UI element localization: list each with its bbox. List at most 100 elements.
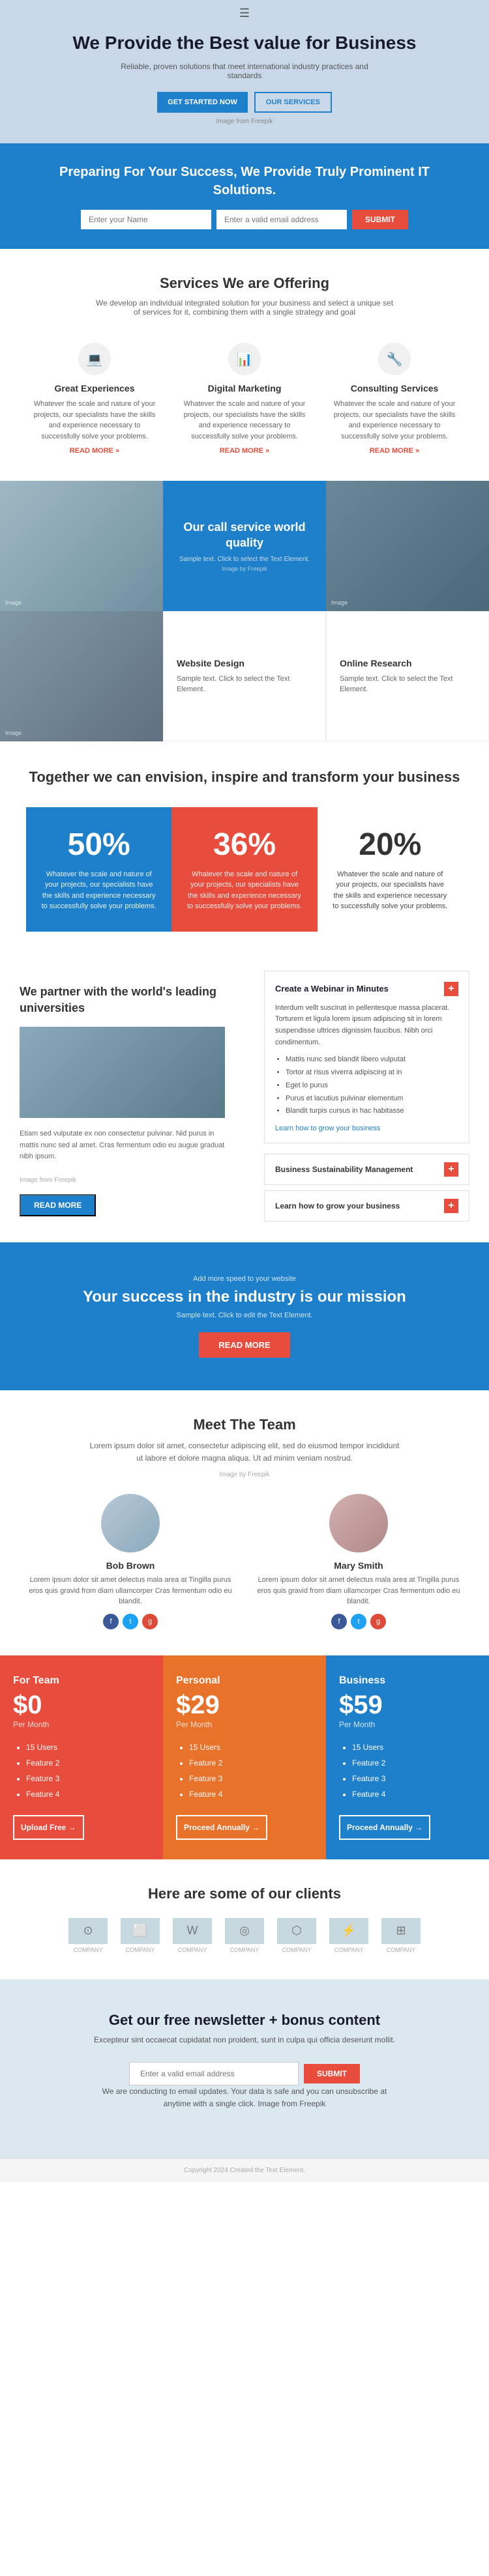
- hero-section: ☰ We Provide the Best value for Business…: [0, 0, 489, 143]
- logo-label-4: COMPANY: [282, 1947, 312, 1953]
- mosaic-center-title: Our call service world quality: [176, 520, 313, 551]
- team-avatar-1: [329, 1494, 388, 1553]
- services-title: Services We are Offering: [26, 275, 463, 292]
- mission-read-more-button[interactable]: READ MORE: [199, 1332, 289, 1358]
- team-name-1: Mary Smith: [254, 1560, 463, 1571]
- hero-title: We Provide the Best value for Business: [73, 31, 417, 55]
- logo-label-0: COMPANY: [74, 1947, 103, 1953]
- price-features-1: 15 Users Feature 2 Feature 3 Feature 4: [176, 1739, 313, 1802]
- stat-desc-1: Whatever the scale and nature of your pr…: [185, 869, 304, 912]
- mosaic-img-2: Image: [326, 481, 489, 611]
- mosaic-img2-label: Image: [331, 599, 348, 606]
- service-icon-1: 📊: [228, 343, 261, 375]
- team-social-1: f t g: [254, 1614, 463, 1629]
- team-avatar-0: [101, 1494, 160, 1553]
- price-btn-2[interactable]: Proceed Annually →: [339, 1815, 430, 1840]
- mosaic-img-1: Image: [0, 481, 163, 611]
- googleplus-icon-1[interactable]: g: [370, 1614, 386, 1629]
- banner-form: SUBMIT: [26, 210, 463, 229]
- partners-left: We partner with the world's leading univ…: [0, 958, 244, 1242]
- list-item: Feature 2: [26, 1755, 150, 1771]
- logo-shape-5: ⚡: [329, 1918, 368, 1944]
- mosaic-center-img-label: Image by Freepik: [222, 565, 267, 572]
- logo-shape-2: W: [173, 1918, 212, 1944]
- list-item: Purus et lacutius pulvinar elementum: [286, 1093, 458, 1106]
- mosaic-img-3: Image: [0, 611, 163, 741]
- footer-bar: Copyright 2024 Created the Text Element.: [0, 2158, 489, 2182]
- client-logo-4: ⬡ COMPANY: [277, 1918, 316, 1953]
- price-num-2: $59: [339, 1691, 476, 1720]
- read-more-0[interactable]: READ MORE »: [33, 447, 156, 455]
- googleplus-icon-0[interactable]: g: [142, 1614, 158, 1629]
- accordion-expand-icon-1[interactable]: +: [444, 1199, 458, 1213]
- webinar-expand-icon[interactable]: +: [444, 982, 458, 996]
- stats-grid: 50% Whatever the scale and nature of you…: [26, 807, 463, 932]
- logo-label-5: COMPANY: [334, 1947, 364, 1953]
- service-title-2: Consulting Services: [333, 383, 456, 394]
- transform-section: Together we can envision, inspire and tr…: [0, 741, 489, 958]
- webinar-body: Interdum vellt suscinat in pellentesque …: [275, 1003, 458, 1048]
- service-desc-0: Whatever the scale and nature of your pr…: [33, 399, 156, 442]
- mosaic-website-cell: Website Design Sample text. Click to sel…: [163, 611, 326, 741]
- mosaic-img1-label: Image: [5, 599, 22, 606]
- partners-body: Etiam sed vulputate ex non consectetur p…: [20, 1128, 225, 1163]
- team-img-label: Image by Freepik: [26, 1471, 463, 1478]
- price-btn-1[interactable]: Proceed Annually →: [176, 1815, 267, 1840]
- list-item: Feature 4: [189, 1786, 313, 1802]
- webinar-card-title: Create a Webinar in Minutes: [275, 984, 389, 994]
- newsletter-title: Get our free newsletter + bonus content: [52, 2012, 437, 2029]
- list-item: Tortor at risus viverra adipiscing at in: [286, 1066, 458, 1080]
- list-item: Feature 3: [189, 1771, 313, 1786]
- client-logo-2: W COMPANY: [173, 1918, 212, 1953]
- name-input[interactable]: [81, 210, 211, 229]
- partners-title: We partner with the world's leading univ…: [20, 984, 225, 1016]
- mosaic-img3-label: Image: [5, 730, 22, 736]
- transform-title: Together we can envision, inspire and tr…: [26, 767, 463, 788]
- read-more-2[interactable]: READ MORE »: [333, 447, 456, 455]
- price-period-0: Per Month: [13, 1720, 150, 1729]
- price-features-2: 15 Users Feature 2 Feature 3 Feature 4: [339, 1739, 476, 1802]
- get-started-button[interactable]: GET STARTED NOW: [157, 92, 248, 113]
- list-item: Feature 2: [189, 1755, 313, 1771]
- twitter-icon-1[interactable]: t: [351, 1614, 366, 1629]
- logo-label-6: COMPANY: [387, 1947, 416, 1953]
- footer-text: Copyright 2024 Created the Text Element.: [184, 2167, 305, 2174]
- team-section: Meet The Team Lorem ipsum dolor sit amet…: [0, 1390, 489, 1655]
- clients-section: Here are some of our clients ⊙ COMPANY ⬜…: [0, 1859, 489, 1979]
- list-item: Eget lo purus: [286, 1080, 458, 1093]
- newsletter-small-text: We are conducting to email updates. Your…: [88, 2085, 401, 2110]
- team-subtitle: Lorem ipsum dolor sit amet, consectetur …: [88, 1440, 401, 1465]
- price-btn-0[interactable]: Upload Free →: [13, 1815, 84, 1840]
- accordion-expand-icon-0[interactable]: +: [444, 1162, 458, 1177]
- hamburger-menu-icon[interactable]: ☰: [239, 7, 250, 20]
- webinar-link[interactable]: Learn how to grow your business: [275, 1124, 458, 1132]
- team-title: Meet The Team: [26, 1416, 463, 1433]
- service-desc-2: Whatever the scale and nature of your pr…: [333, 399, 456, 442]
- price-num-0: $0: [13, 1691, 150, 1720]
- pricing-section: For Team $0 Per Month 15 Users Feature 2…: [0, 1655, 489, 1859]
- logo-shape-1: ⬜: [121, 1918, 160, 1944]
- submit-button[interactable]: SUBMIT: [352, 210, 408, 229]
- facebook-icon-0[interactable]: f: [103, 1614, 119, 1629]
- our-services-button[interactable]: OUR SERVICES: [254, 92, 332, 113]
- service-card-1: 📊 Digital Marketing Whatever the scale a…: [176, 336, 313, 461]
- mosaic-online-title: Online Research: [340, 658, 475, 668]
- hero-buttons: GET STARTED NOW OUR SERVICES: [157, 92, 332, 113]
- stat-box-2: 20% Whatever the scale and nature of you…: [318, 807, 463, 932]
- logo-shape-3: ◎: [225, 1918, 264, 1944]
- mosaic-online-text: Sample text. Click to select the Text El…: [340, 674, 475, 695]
- email-input[interactable]: [216, 210, 347, 229]
- clients-logos: ⊙ COMPANY ⬜ COMPANY W COMPANY ◎ COMPANY …: [26, 1918, 463, 1953]
- newsletter-email-input[interactable]: [129, 2062, 299, 2085]
- read-more-1[interactable]: READ MORE »: [183, 447, 306, 455]
- accordion-item-1[interactable]: Learn how to grow your business +: [264, 1190, 469, 1222]
- newsletter-submit-button[interactable]: SUBMIT: [304, 2064, 360, 2083]
- logo-label-1: COMPANY: [126, 1947, 155, 1953]
- partners-read-more-button[interactable]: READ MORE: [20, 1194, 96, 1216]
- logo-label-3: COMPANY: [230, 1947, 259, 1953]
- service-desc-1: Whatever the scale and nature of your pr…: [183, 399, 306, 442]
- twitter-icon-0[interactable]: t: [123, 1614, 138, 1629]
- accordion-item-0[interactable]: Business Sustainability Management +: [264, 1154, 469, 1185]
- service-title-1: Digital Marketing: [183, 383, 306, 394]
- facebook-icon-1[interactable]: f: [331, 1614, 347, 1629]
